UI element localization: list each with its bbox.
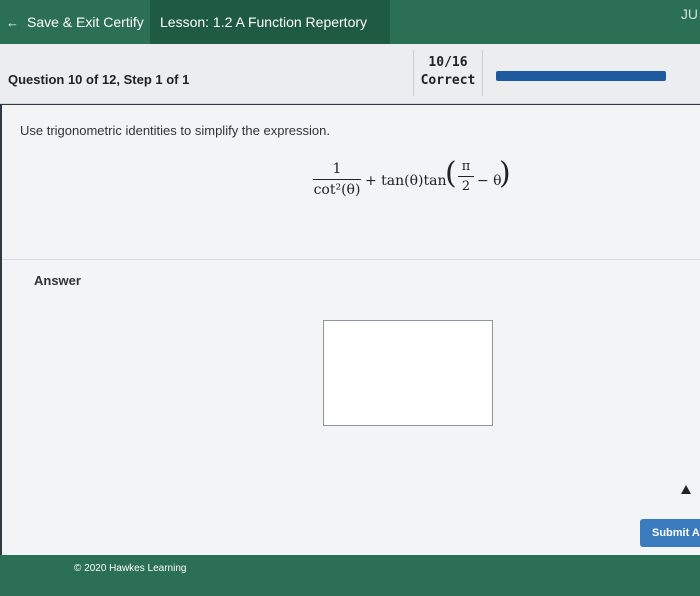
- progress-bar: [496, 71, 666, 81]
- question-title: Question 10 of 12, Step 1 of 1: [8, 72, 190, 87]
- progress-fill: [496, 71, 666, 81]
- fraction-denominator: cot²(θ): [313, 182, 361, 198]
- math-expression: 1 cot²(θ) + tan(θ)tan ( π 2 − θ ): [313, 157, 533, 207]
- footer: © 2020 Hawkes Learning: [0, 555, 700, 596]
- fraction-one-over-cot-squared: 1 cot²(θ): [313, 161, 361, 198]
- answer-input[interactable]: [323, 320, 493, 426]
- close-paren: ): [499, 156, 511, 191]
- question-prompt: Use trigonometric identities to simplify…: [20, 123, 330, 138]
- inner-tail: − θ: [477, 173, 502, 189]
- inner-numerator: π: [461, 159, 471, 174]
- question-content: Use trigonometric identities to simplify…: [0, 105, 700, 555]
- user-avatar[interactable]: JU: [681, 6, 700, 22]
- fraction-numerator: 1: [332, 161, 342, 177]
- save-exit-button[interactable]: ← Save & Exit Certify: [0, 0, 150, 44]
- expression-middle: + tan(θ)tan: [365, 173, 447, 189]
- lesson-title: Lesson: 1.2 A Function Repertory: [150, 0, 390, 44]
- inner-fraction-bar: [458, 176, 474, 177]
- inner-denominator: 2: [461, 179, 471, 194]
- score-status: Correct: [420, 73, 476, 88]
- fraction-bar: [313, 179, 361, 180]
- score-box: 10/16 Correct: [413, 50, 483, 96]
- section-divider: [0, 259, 700, 260]
- fraction-pi-over-two: π 2: [458, 159, 474, 194]
- top-bar: ← Save & Exit Certify Lesson: 1.2 A Func…: [0, 0, 700, 44]
- copyright-text: © 2020 Hawkes Learning: [74, 563, 187, 574]
- question-header: Question 10 of 12, Step 1 of 1 10/16 Cor…: [0, 44, 700, 104]
- answer-label: Answer: [34, 273, 81, 288]
- mouse-cursor-icon: [681, 485, 691, 494]
- score-value: 10/16: [428, 55, 468, 70]
- left-edge: [0, 105, 2, 555]
- save-exit-label: Save & Exit Certify: [27, 14, 144, 30]
- submit-button[interactable]: Submit A: [640, 519, 700, 547]
- open-paren: (: [445, 156, 457, 191]
- back-arrow-icon: ←: [6, 14, 19, 30]
